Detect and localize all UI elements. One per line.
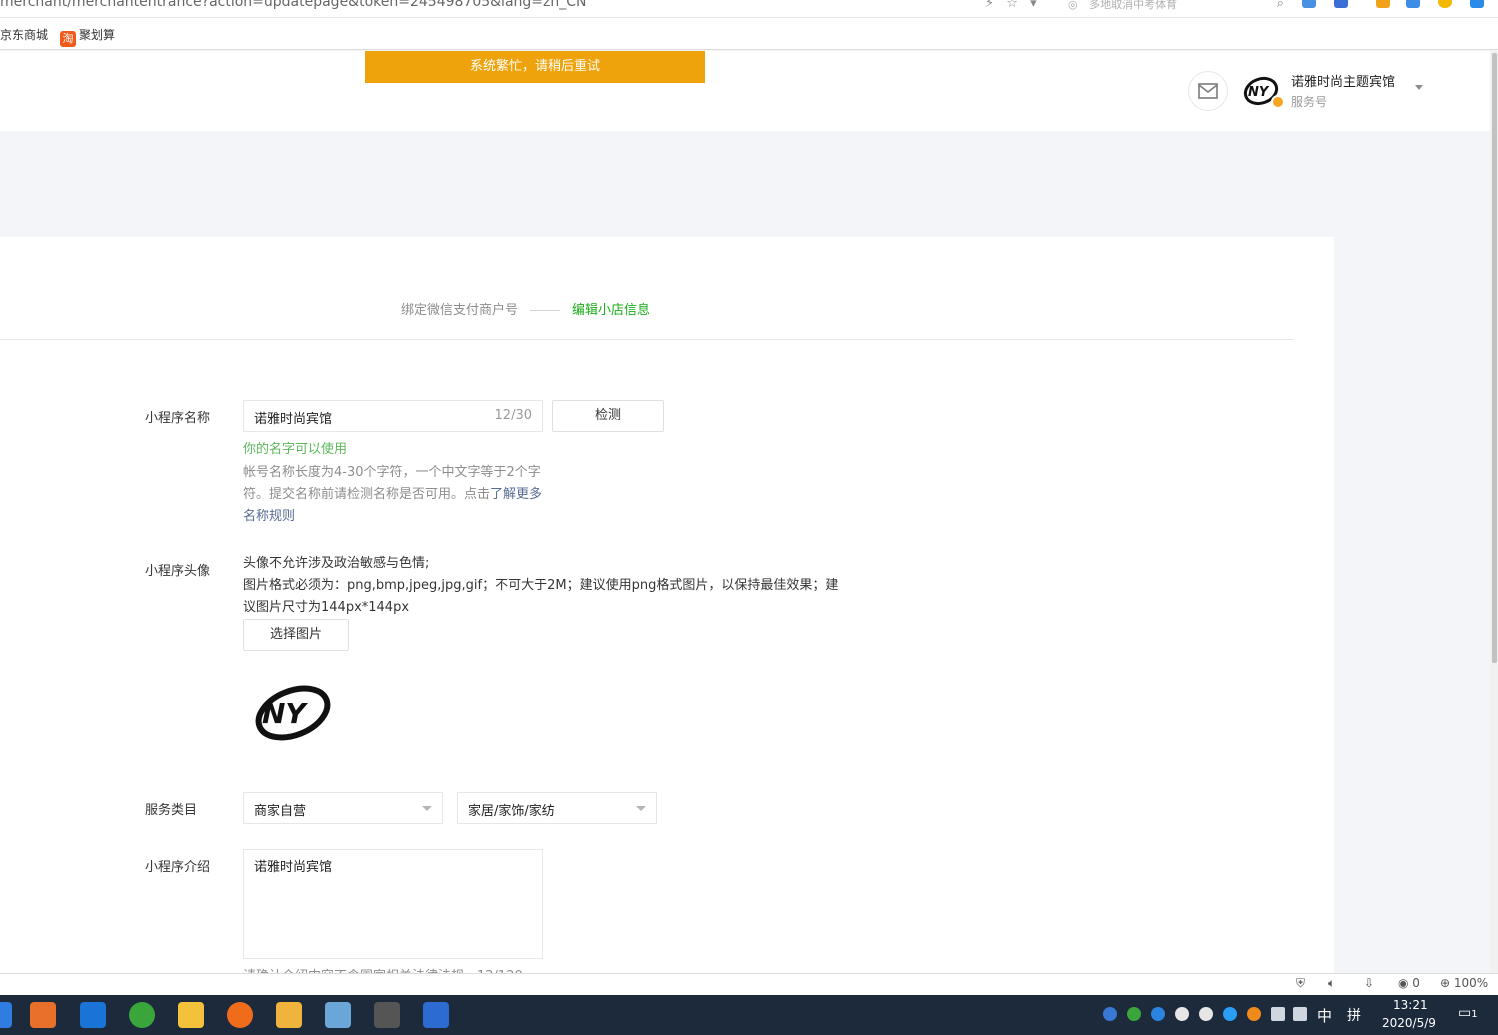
step-indicator: 绑定微信支付商户号 编辑小店信息 bbox=[401, 299, 650, 318]
mail-icon bbox=[1198, 83, 1218, 99]
chevron-down-icon bbox=[636, 806, 646, 811]
category-secondary-select[interactable]: 家居/家饰/家纺 bbox=[457, 792, 657, 824]
clock-date[interactable]: 2020/5/9 bbox=[1382, 1016, 1436, 1030]
chevron-down-icon[interactable] bbox=[1415, 85, 1423, 90]
extension-icon[interactable] bbox=[1302, 0, 1316, 8]
step-bind-merchant: 绑定微信支付商户号 bbox=[401, 303, 519, 318]
taskbar-app-notes-icon[interactable] bbox=[178, 1002, 204, 1028]
taskbar-app-edge[interactable] bbox=[0, 1002, 12, 1028]
step-connector bbox=[530, 310, 561, 311]
step-edit-store: 编辑小店信息 bbox=[572, 303, 651, 318]
tray-wechat-icon[interactable] bbox=[1175, 1007, 1189, 1021]
main-panel: 绑定微信支付商户号 编辑小店信息 小程序名称 诺雅时尚宾馆 12/30 检测 你的… bbox=[0, 237, 1334, 984]
avatar-requirements: 头像不允许涉及政治敏感与色情; 图片格式必须为：png,bmp,jpeg,jpg… bbox=[243, 556, 839, 615]
browser-search-box[interactable]: ◎ 多地取消中考体育 ⌕ bbox=[1068, 0, 1284, 14]
tray-security-icon[interactable] bbox=[1151, 1007, 1165, 1021]
taskbar-app-calligraphy-icon[interactable] bbox=[374, 1002, 400, 1028]
svg-text:NY: NY bbox=[1248, 85, 1270, 100]
ime-mode-icon[interactable]: 拼 bbox=[1347, 1005, 1361, 1025]
intro-label: 小程序介绍 bbox=[145, 860, 211, 875]
error-toast: 系统繁忙，请稍后重试 bbox=[365, 51, 705, 83]
address-tools: ⚡ ☆ ▾ bbox=[985, 0, 1037, 11]
taskbar-app-maxthon-icon[interactable] bbox=[80, 1002, 106, 1028]
bookmark-jd[interactable]: 京东商城 bbox=[0, 26, 48, 43]
search-engine-icon: ◎ bbox=[1068, 0, 1078, 11]
message-button[interactable] bbox=[1188, 71, 1228, 111]
scrollbar-thumb[interactable] bbox=[1492, 53, 1497, 663]
taskbar-app-360-browser-icon[interactable] bbox=[129, 1002, 155, 1028]
network-icon[interactable] bbox=[1271, 1007, 1285, 1021]
chevron-down-icon[interactable]: ▾ bbox=[1030, 0, 1037, 11]
bookmark-juhuasuan[interactable]: 淘聚划算 bbox=[60, 26, 115, 47]
browser-address-bar: merchant/merchantentrance?action=updatep… bbox=[0, 0, 1498, 18]
star-icon[interactable]: ☆ bbox=[1006, 0, 1018, 11]
speaker-icon[interactable]: 🔈︎ bbox=[1328, 976, 1335, 991]
browser-status-bar: ⛨ 🔈︎ ⇩ ◉ 0 ⊕ 100% bbox=[0, 973, 1498, 995]
name-char-count: 12/30 bbox=[494, 408, 532, 423]
check-name-button[interactable]: 检测 bbox=[552, 400, 664, 432]
url-text[interactable]: merchant/merchantentrance?action=updatep… bbox=[0, 0, 587, 10]
search-placeholder: 多地取消中考体育 bbox=[1089, 0, 1178, 11]
name-input-value: 诺雅时尚宾馆 bbox=[254, 412, 333, 427]
bookmarks-bar: 京东商城 淘聚划算 bbox=[0, 18, 1498, 50]
download-icon[interactable] bbox=[1470, 0, 1484, 8]
zoom-level[interactable]: ⊕ 100% bbox=[1440, 976, 1488, 990]
shield-icon[interactable]: ⛨ bbox=[1296, 976, 1305, 991]
verified-badge-icon bbox=[1271, 95, 1285, 109]
app-header: 系统繁忙，请稍后重试 NY 诺雅时尚主题宾馆 服务号 bbox=[0, 51, 1494, 131]
intro-textarea[interactable]: 诺雅时尚宾馆 bbox=[243, 849, 543, 959]
tray-app-icon[interactable] bbox=[1223, 1007, 1237, 1021]
name-label: 小程序名称 bbox=[145, 411, 211, 426]
taskbar-app-folder-icon[interactable] bbox=[276, 1002, 302, 1028]
name-input[interactable]: 诺雅时尚宾馆 12/30 bbox=[243, 400, 543, 432]
category-primary-select[interactable]: 商家自营 bbox=[243, 792, 443, 824]
tray-wechat2-icon[interactable] bbox=[1199, 1007, 1213, 1021]
choose-image-button[interactable]: 选择图片 bbox=[243, 619, 349, 651]
key-icon[interactable] bbox=[1376, 0, 1390, 8]
tray-360-icon[interactable] bbox=[1127, 1007, 1141, 1021]
volume-icon[interactable] bbox=[1293, 1007, 1307, 1021]
name-tips: 帐号名称长度为4-30个字符，一个中文字等于2个字符。提交名称前请检测名称是否可… bbox=[243, 465, 543, 524]
smiley-icon[interactable] bbox=[1438, 0, 1452, 8]
translate-icon[interactable] bbox=[1406, 0, 1420, 8]
taskbar-app-firefox-icon[interactable] bbox=[30, 1002, 56, 1028]
tray-shield-icon[interactable] bbox=[1103, 1007, 1117, 1021]
taskbar-app-editor-icon[interactable] bbox=[325, 1002, 351, 1028]
avatar-label: 小程序头像 bbox=[145, 564, 211, 579]
taskbar-app-wps-icon[interactable] bbox=[423, 1002, 449, 1028]
taskbar-app-sogou-icon[interactable] bbox=[227, 1002, 253, 1028]
divider bbox=[0, 339, 1294, 340]
notification-center-icon[interactable]: ▭1 bbox=[1458, 1005, 1478, 1021]
download-tray-icon[interactable]: ⇩ bbox=[1364, 976, 1374, 990]
search-icon[interactable]: ⌕ bbox=[1277, 0, 1284, 11]
account-type: 服务号 bbox=[1291, 95, 1328, 109]
adblock-icon[interactable]: ◉ 0 bbox=[1398, 976, 1420, 990]
lightning-icon[interactable]: ⚡ bbox=[985, 0, 994, 11]
taobao-icon: 淘 bbox=[60, 31, 76, 47]
tray-antivirus-icon[interactable] bbox=[1247, 1007, 1261, 1021]
clock-time[interactable]: 13:21 bbox=[1393, 998, 1428, 1012]
windows-taskbar: 中 拼 13:21 2020/5/9 ▭1 bbox=[0, 995, 1498, 1035]
scissors-icon[interactable] bbox=[1334, 0, 1348, 8]
category-label: 服务类目 bbox=[145, 803, 198, 818]
name-available-message: 你的名字可以使用 bbox=[243, 442, 348, 457]
account-name[interactable]: 诺雅时尚主题宾馆 bbox=[1291, 71, 1395, 90]
chevron-down-icon bbox=[422, 806, 432, 811]
ime-indicator[interactable]: 中 bbox=[1317, 1005, 1332, 1026]
svg-text:NY: NY bbox=[262, 697, 308, 730]
avatar-preview: NY bbox=[255, 685, 331, 741]
